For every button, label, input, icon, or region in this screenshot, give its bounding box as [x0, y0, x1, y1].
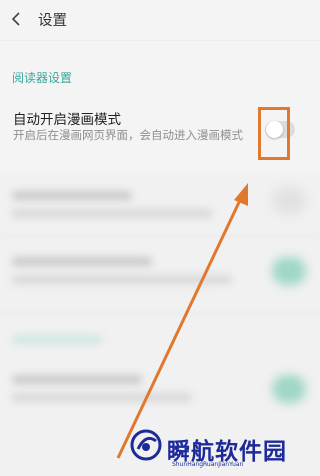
watermark: 瞬航软件园 ShunHangRuanJianYuan	[116, 425, 320, 476]
blurred-setting-row	[0, 243, 320, 305]
highlight-annotation-box	[258, 107, 290, 160]
watermark-url: ShunHangRuanJianYuan	[172, 461, 244, 468]
blurred-toggle	[272, 257, 306, 285]
blurred-text	[12, 191, 132, 200]
blurred-text	[12, 209, 212, 218]
blurred-text	[12, 375, 142, 384]
page-title: 设置	[38, 13, 67, 29]
watermark-logo-icon	[130, 429, 162, 461]
blurred-toggle	[272, 375, 306, 403]
blurred-text	[12, 393, 192, 402]
blurred-divider	[0, 235, 320, 236]
blurred-divider	[0, 313, 320, 314]
setting-title: 自动开启漫画模式	[13, 112, 121, 128]
blurred-text	[12, 257, 152, 266]
blurred-setting-row	[0, 173, 320, 235]
section-header-reader-settings: 阅读器设置	[12, 71, 73, 85]
header-divider	[0, 40, 320, 41]
blurred-toggle	[272, 187, 306, 215]
setting-description: 开启后在漫画网页界面，会自动进入漫画模式	[13, 128, 243, 142]
blurred-setting-row	[0, 363, 320, 425]
blurred-text	[12, 335, 102, 344]
chevron-left-icon[interactable]	[9, 10, 25, 28]
top-bar: 设置	[0, 0, 320, 40]
blurred-text	[12, 275, 232, 284]
